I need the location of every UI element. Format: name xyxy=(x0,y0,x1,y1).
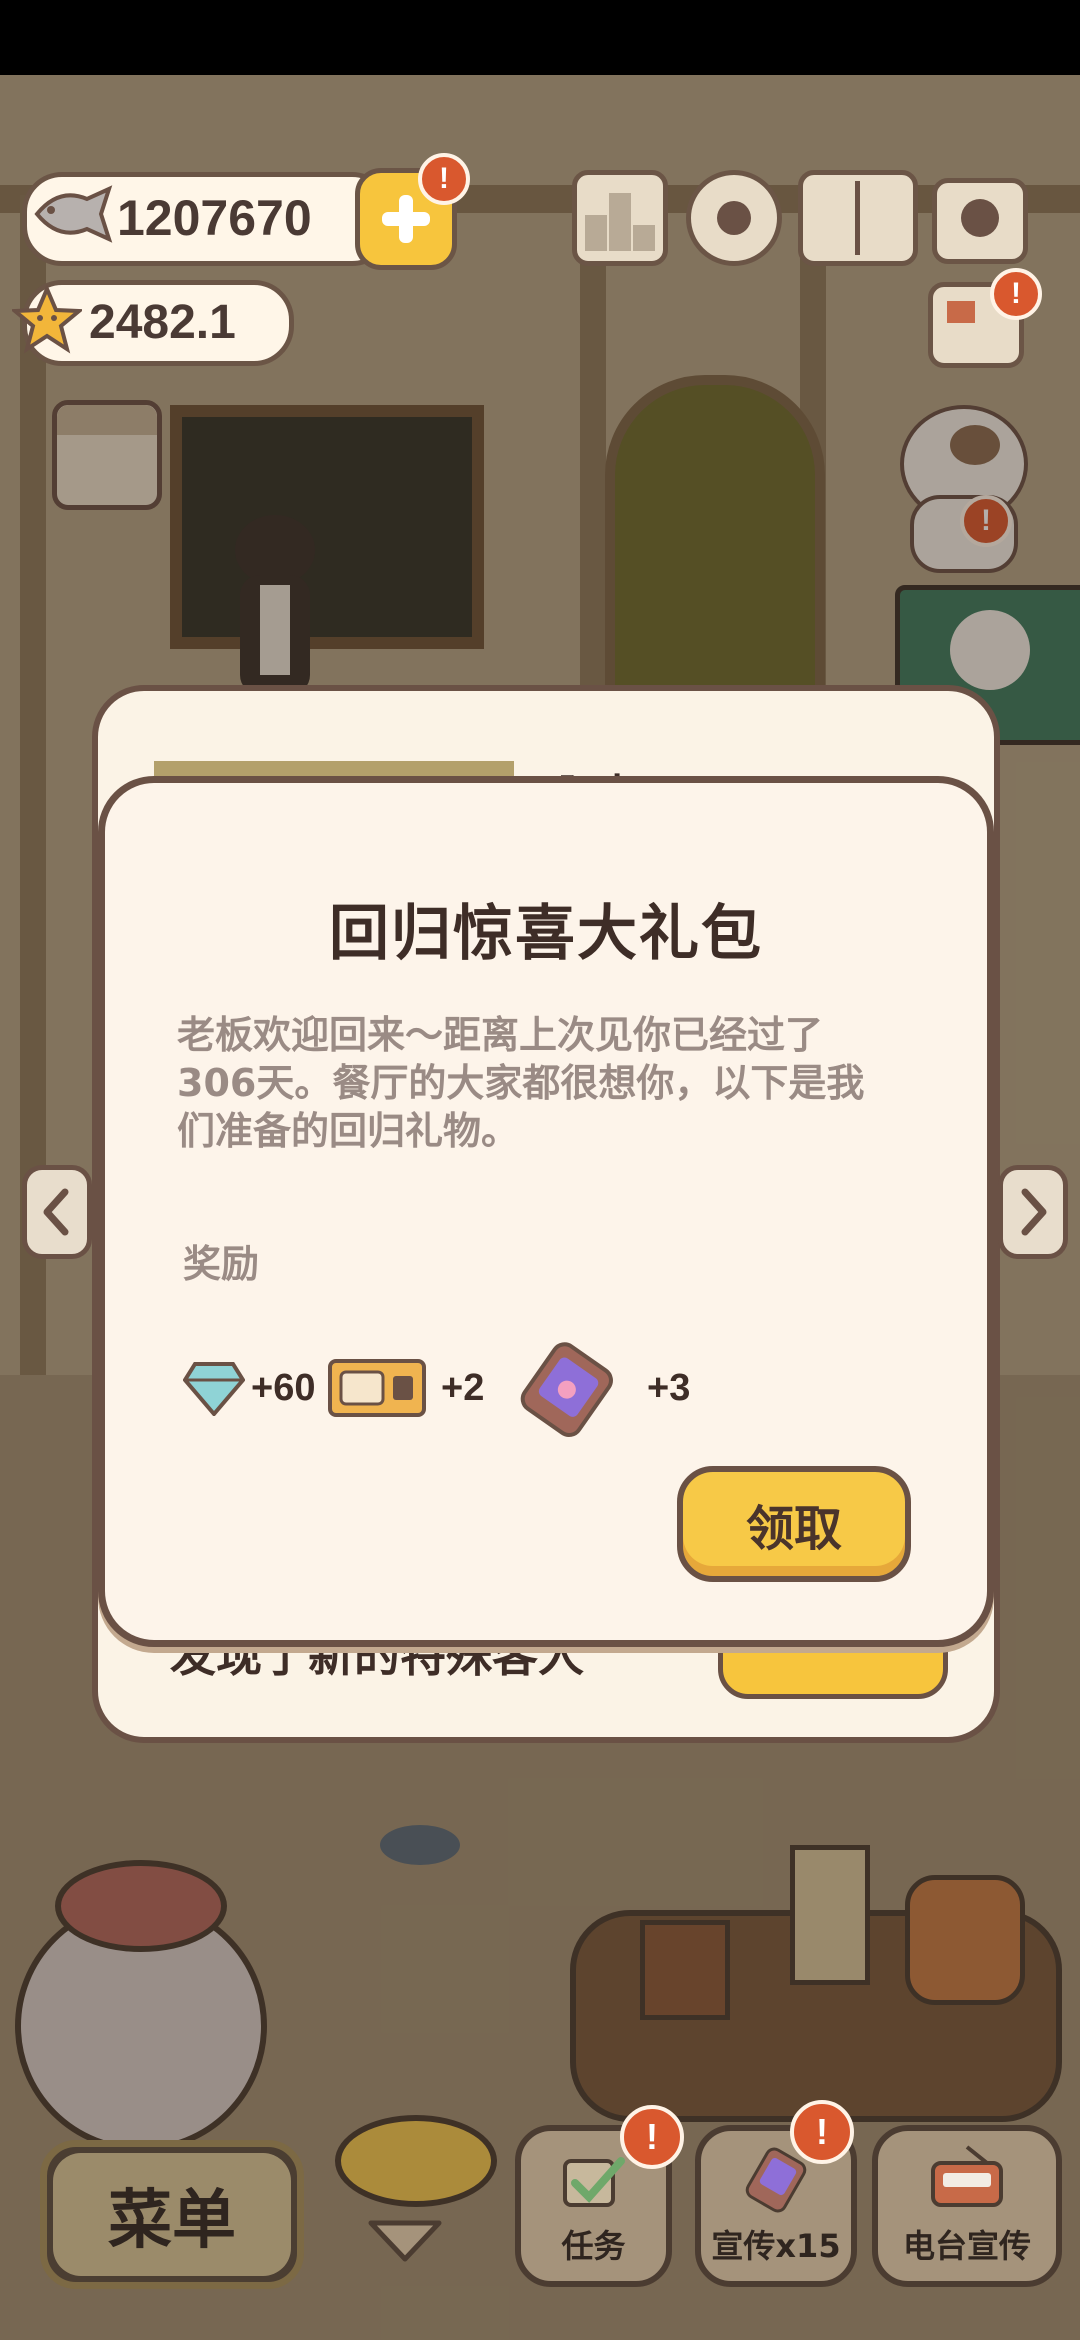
fish-currency: 1207670 xyxy=(22,172,392,266)
next-arrow-button[interactable] xyxy=(998,1165,1068,1259)
reward-tv-ticket: +2 xyxy=(327,1345,484,1431)
flyer-card-icon xyxy=(520,1342,613,1437)
recipe-book-icon[interactable] xyxy=(798,170,918,266)
tasks-alert-icon: ! xyxy=(620,2105,684,2169)
add-fish-alert-icon: ! xyxy=(418,153,470,205)
status-bar xyxy=(0,0,1080,75)
reward-label: 奖励 xyxy=(183,1242,260,1286)
menu-button-label: 菜单 xyxy=(108,2183,236,2258)
promo-label: 宣传x15 xyxy=(711,2227,841,2265)
dialog-title: 回归惊喜大礼包 xyxy=(329,899,763,969)
plus-icon xyxy=(382,195,430,243)
radio-icon xyxy=(931,2145,1003,2207)
reward-count: +2 xyxy=(441,1366,485,1409)
reward-count: +3 xyxy=(647,1366,691,1409)
promo-alert-icon: ! xyxy=(790,2100,854,2164)
star-count: 2482.1 xyxy=(89,296,236,349)
fish-icon xyxy=(34,185,113,243)
tasks-label: 任务 xyxy=(561,2227,626,2265)
ranking-icon[interactable] xyxy=(572,170,668,266)
radio-promo-button[interactable]: 电台宣传 xyxy=(872,2125,1062,2287)
chevron-right-icon xyxy=(1021,1188,1047,1236)
claim-button[interactable]: 领取 xyxy=(677,1466,911,1582)
return-gift-dialog: 回归惊喜大礼包 老板欢迎回来～距离上次见你已经过了306天。餐厅的大家都很想你，… xyxy=(98,776,994,1647)
checkbox-icon xyxy=(563,2157,625,2207)
mail-alert-icon: ! xyxy=(990,268,1042,320)
menu-button[interactable]: 菜单 xyxy=(40,2140,304,2289)
diamond-icon xyxy=(183,1362,245,1416)
chevron-left-icon xyxy=(43,1188,69,1236)
dialog-message: 老板欢迎回来～距离上次见你已经过了306天。餐厅的大家都很想你，以下是我们准备的… xyxy=(177,1013,865,1153)
reward-count: +60 xyxy=(251,1366,316,1409)
camera-icon[interactable] xyxy=(932,178,1028,264)
reward-flyer-card: +3 xyxy=(513,1342,691,1437)
reward-diamond: +60 xyxy=(183,1345,315,1431)
settings-gear-icon[interactable] xyxy=(686,170,782,266)
chevron-down-icon[interactable] xyxy=(365,2215,445,2265)
star-icon xyxy=(12,285,82,354)
fish-count: 1207670 xyxy=(117,190,312,246)
tv-ticket-icon xyxy=(328,1359,426,1417)
radio-promo-label: 电台宣传 xyxy=(902,2227,1031,2265)
prev-arrow-button[interactable] xyxy=(22,1165,92,1259)
